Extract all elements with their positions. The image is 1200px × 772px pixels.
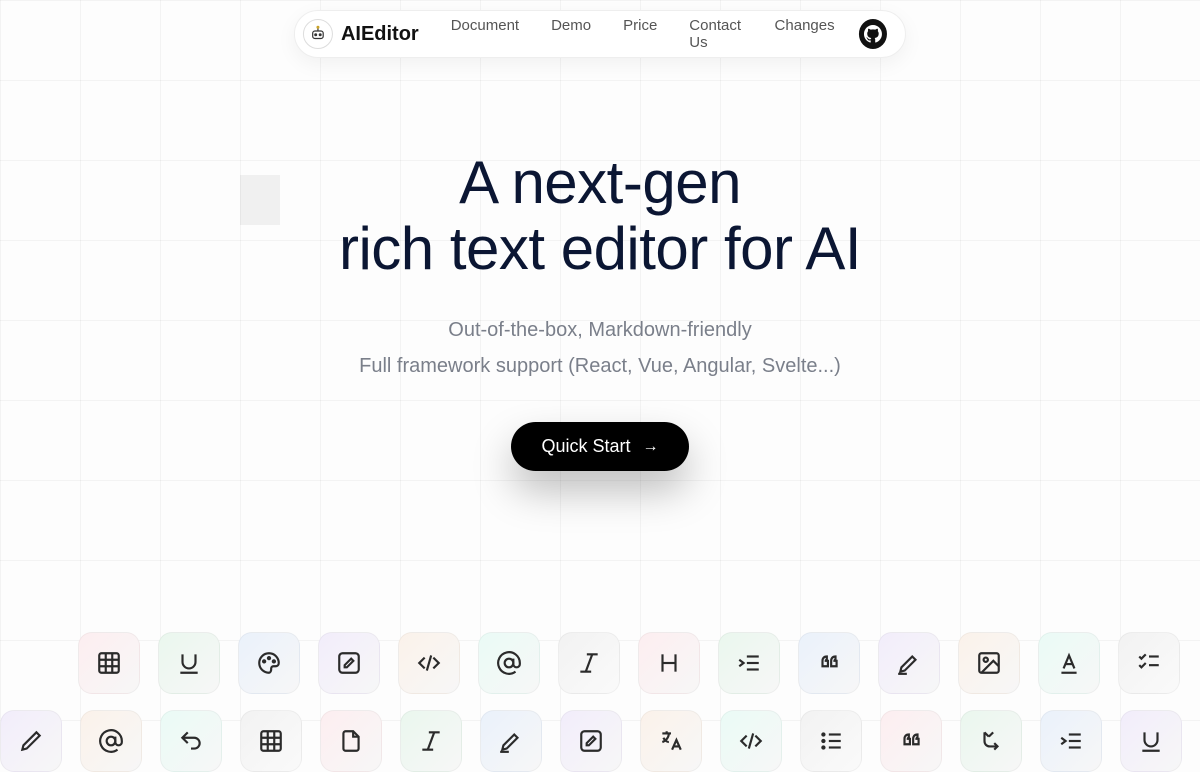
pencil-icon [0,710,62,772]
translate-icon [640,710,702,772]
brand-logo[interactable]: AIEditor [303,19,419,49]
quick-start-button[interactable]: Quick Start → [511,422,688,471]
font-color-icon [1038,632,1100,694]
mention-icon [478,632,540,694]
nav-link-contact[interactable]: Contact Us [689,17,742,51]
robot-icon [303,19,333,49]
table-icon [240,710,302,772]
quote-icon [798,632,860,694]
line-break-icon [960,710,1022,772]
cta-label: Quick Start [541,436,630,457]
hero-subtitle-line2: Full framework support (React, Vue, Angu… [0,348,1200,384]
underline-icon [1120,710,1182,772]
hero-subtitle: Out-of-the-box, Markdown-friendly Full f… [0,312,1200,384]
nav-links: Document Demo Price Contact Us Changes [451,17,835,51]
underline-icon [158,632,220,694]
nav-link-demo[interactable]: Demo [551,17,591,51]
undo-icon [160,710,222,772]
palette-icon [238,632,300,694]
heading-icon [638,632,700,694]
italic-icon [400,710,462,772]
tool-icon-row-2 [0,710,1200,772]
top-navbar: AIEditor Document Demo Price Contact Us … [294,10,906,58]
quote-icon [880,710,942,772]
tool-icon-row-1 [0,632,1200,694]
arrow-right-icon: → [643,438,659,456]
hero-title: A next-gen rich text editor for AI [0,150,1200,282]
brand-name: AIEditor [341,23,419,46]
image-icon [958,632,1020,694]
file-icon [320,710,382,772]
checklist-icon [1118,632,1180,694]
highlighter-icon [878,632,940,694]
code-icon [720,710,782,772]
nav-link-changes[interactable]: Changes [775,17,835,51]
code-icon [398,632,460,694]
nav-link-price[interactable]: Price [623,17,657,51]
table-icon [78,632,140,694]
edit-icon [318,632,380,694]
italic-icon [558,632,620,694]
bullet-list-icon [800,710,862,772]
indent-icon [718,632,780,694]
indent-icon [1040,710,1102,772]
hero-title-line2: rich text editor for AI [339,215,861,282]
nav-link-document[interactable]: Document [451,17,519,51]
edit-icon [560,710,622,772]
hero-subtitle-line1: Out-of-the-box, Markdown-friendly [0,312,1200,348]
mention-icon [80,710,142,772]
github-icon[interactable] [859,19,887,49]
hero-section: A next-gen rich text editor for AI Out-o… [0,150,1200,471]
highlighter-icon [480,710,542,772]
hero-title-line1: A next-gen [459,149,741,216]
